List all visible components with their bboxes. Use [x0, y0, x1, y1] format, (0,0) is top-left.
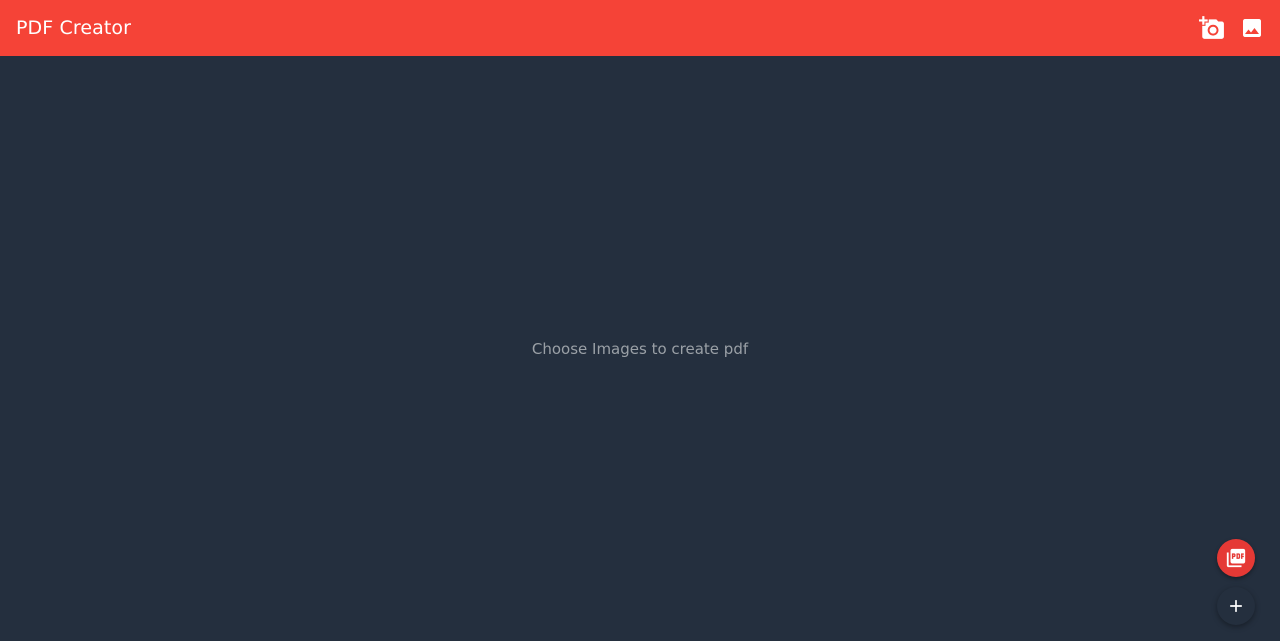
add-photo-button[interactable]: [1192, 8, 1232, 48]
app-root: PDF Creator Choose Images to create pdf: [0, 0, 1280, 641]
image-icon: [1243, 19, 1261, 37]
add-a-photo-icon: [1199, 16, 1224, 39]
add-icon: [1230, 600, 1242, 612]
create-pdf-fab[interactable]: [1217, 539, 1255, 577]
app-bar: PDF Creator: [0, 0, 1280, 56]
app-bar-actions: [1192, 0, 1272, 56]
choose-image-button[interactable]: [1232, 8, 1272, 48]
app-title: PDF Creator: [16, 17, 132, 39]
empty-state-message: Choose Images to create pdf: [531, 340, 749, 358]
add-fab[interactable]: [1217, 587, 1255, 625]
picture-as-pdf-icon: [1226, 548, 1246, 568]
